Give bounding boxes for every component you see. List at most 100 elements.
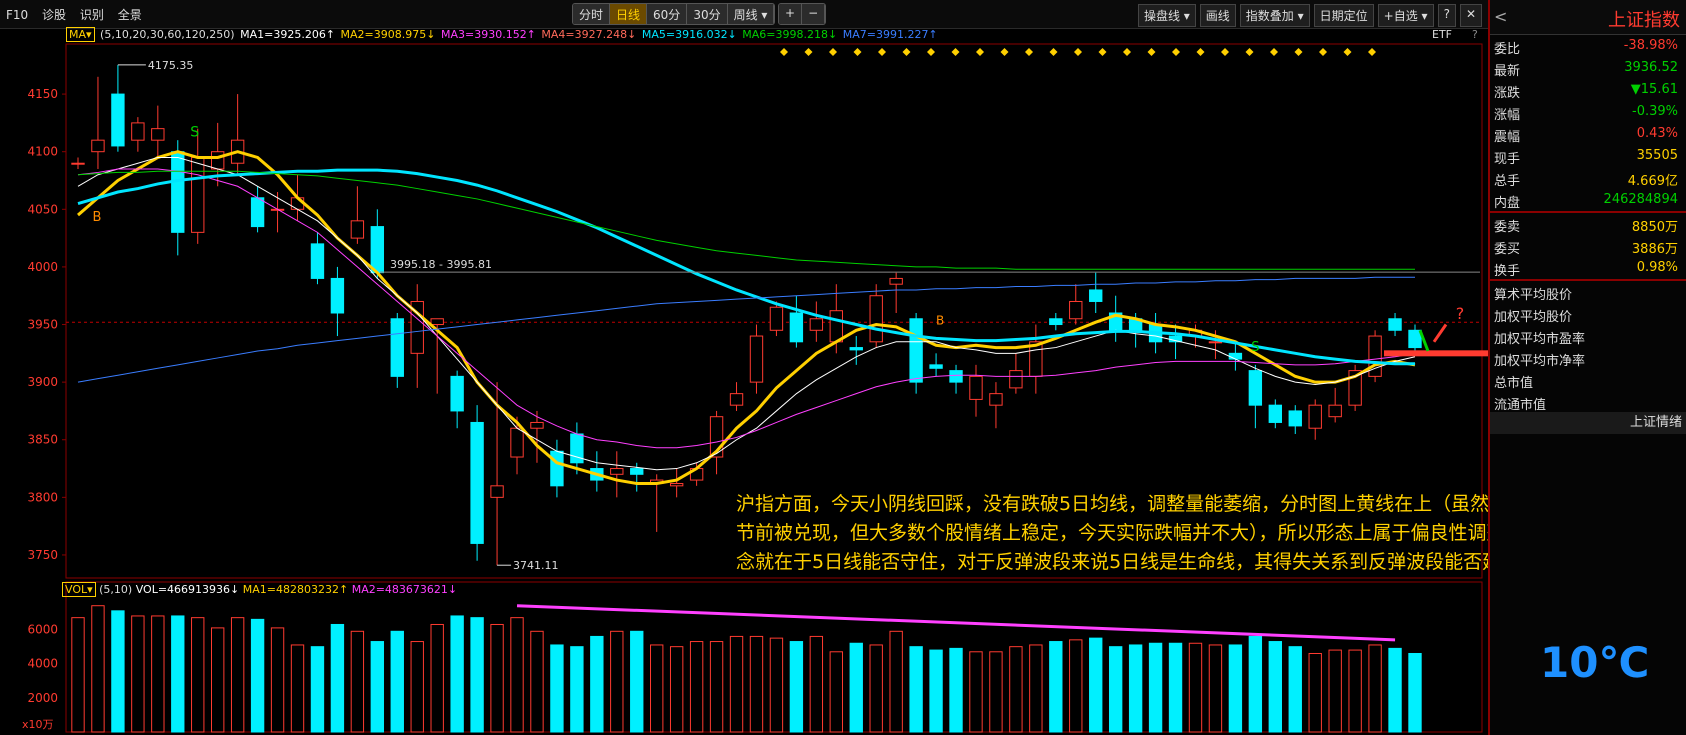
metric-link[interactable]: 算术平均股价	[1490, 281, 1686, 303]
red-target-bar	[1384, 350, 1488, 357]
candle-body	[1069, 300, 1083, 320]
metric-link-label: 流通市值	[1494, 398, 1547, 413]
candle-body	[1388, 318, 1402, 331]
ma-line-ma120	[77, 170, 1415, 270]
kline-chart[interactable]: 4150 4100 4050 4000 3950 3900 3850 3800 3750 6000…	[0, 0, 1488, 735]
candle-body	[869, 295, 883, 343]
y-tick-label: 4050	[27, 202, 58, 216]
candle-body	[1208, 341, 1223, 344]
back-icon[interactable]: <	[1494, 7, 1507, 26]
candle-body	[1268, 404, 1282, 423]
signal-diamond	[1221, 48, 1229, 56]
metric-link[interactable]: 加权平均股价	[1490, 303, 1686, 325]
volume-bar	[490, 623, 504, 733]
volume-bar	[370, 641, 385, 733]
volume-bar	[151, 615, 165, 733]
candle-body	[1408, 329, 1422, 349]
volume-bar	[829, 651, 843, 733]
metric-link[interactable]: 流通市值	[1490, 391, 1686, 413]
candle-body	[1009, 370, 1023, 389]
quote-value: 4.669亿	[1627, 174, 1678, 189]
volume-bar	[71, 617, 85, 733]
quote-value: 8850万	[1631, 220, 1678, 235]
signal-diamond	[878, 48, 886, 56]
metric-link-label: 加权平均股价	[1494, 310, 1573, 325]
metric-link[interactable]: 总市值	[1490, 369, 1686, 391]
candle-body	[350, 220, 365, 239]
volume-bar	[809, 635, 824, 733]
quote-value: -38.98%	[1623, 38, 1678, 53]
volume-bar	[610, 630, 624, 733]
candle-body	[989, 393, 1003, 406]
candle-body	[211, 151, 225, 170]
candle-body	[909, 318, 923, 383]
quote-row: 最新 3936.52	[1490, 57, 1686, 79]
quote-label: 涨幅	[1494, 108, 1521, 123]
volume-bar	[709, 641, 724, 733]
vol-selector[interactable]: VOL▾	[62, 582, 96, 597]
candle-body	[370, 226, 385, 274]
metric-link[interactable]: 加权平均市盈率	[1490, 325, 1686, 347]
volume-bar	[530, 630, 544, 733]
volume-bar	[350, 630, 365, 733]
candle-body	[191, 156, 205, 233]
vol-tick-label: 4000	[27, 657, 58, 671]
quote-label: 委卖	[1494, 220, 1521, 235]
volume-bar	[1368, 644, 1382, 733]
y-tick-label: 3950	[27, 318, 58, 332]
candle-body	[430, 318, 444, 326]
candle-body	[250, 197, 265, 228]
candle-body	[610, 468, 624, 475]
quote-label: 委比	[1494, 42, 1521, 57]
quote-rows-secondary: 委卖 8850万 委买 3886万 换手 0.98%	[1490, 213, 1686, 279]
candle-body	[829, 310, 843, 343]
signal-diamond	[927, 48, 935, 56]
volume-bar	[729, 635, 744, 733]
candle-body	[330, 277, 345, 314]
candle-body	[450, 375, 464, 412]
candle-body	[969, 375, 983, 400]
quote-row: 涨幅 -0.39%	[1490, 101, 1686, 123]
signal-diamond	[1147, 48, 1156, 56]
candle-body	[1308, 404, 1322, 429]
signal-diamond	[780, 48, 788, 56]
volume-bar	[650, 644, 664, 733]
volume-bar	[929, 649, 943, 733]
quote-label: 换手	[1494, 264, 1521, 279]
quote-label: 最新	[1494, 64, 1521, 79]
metric-link-label: 算术平均股价	[1494, 288, 1573, 303]
candle-body	[1248, 370, 1263, 406]
volume-bar	[470, 617, 484, 733]
sentiment-header: 上证情绪	[1490, 412, 1686, 434]
volume-bar	[1308, 652, 1322, 733]
index-metric-links: 算术平均股价 加权平均股价 加权平均市盈率 加权平均市净率 总市值流通市值	[1490, 281, 1686, 413]
volume-bar	[989, 651, 1003, 733]
volume-bar	[749, 635, 764, 733]
volume-bar	[789, 641, 804, 733]
quote-label: 内盘	[1494, 196, 1521, 211]
volume-bar	[1348, 649, 1362, 733]
candle-body	[550, 450, 564, 487]
volume-bar	[570, 646, 584, 733]
signal-diamond	[1270, 48, 1278, 56]
volume-bar	[1248, 635, 1263, 733]
volume-bar	[1069, 639, 1083, 733]
metric-link[interactable]: 加权平均市净率	[1490, 347, 1686, 369]
signal-diamond	[1319, 48, 1327, 56]
candle-body	[1288, 410, 1302, 427]
candle-body	[849, 347, 863, 351]
volume-bar	[1168, 642, 1183, 733]
volume-bar	[590, 635, 604, 733]
volume-bar	[769, 637, 784, 733]
volume-bar	[250, 618, 265, 733]
quote-rows-primary: 委比 -38.98% 最新 3936.52 涨跌 ▼15.61 涨幅 -0.39% 震幅 0.43…	[1490, 35, 1686, 211]
volume-bar	[1268, 641, 1282, 733]
candle-body	[171, 151, 185, 233]
quote-label: 震幅	[1494, 130, 1521, 145]
quote-value: 35505	[1636, 148, 1678, 163]
volume-bar	[290, 644, 305, 733]
quote-value: 0.43%	[1636, 126, 1678, 141]
candle-body	[310, 243, 325, 279]
volume-legend-bar: VOL▾ (5,10) VOL=466913936↓ MA1=482803232…	[62, 582, 457, 597]
quote-row: 委买 3886万	[1490, 235, 1686, 257]
